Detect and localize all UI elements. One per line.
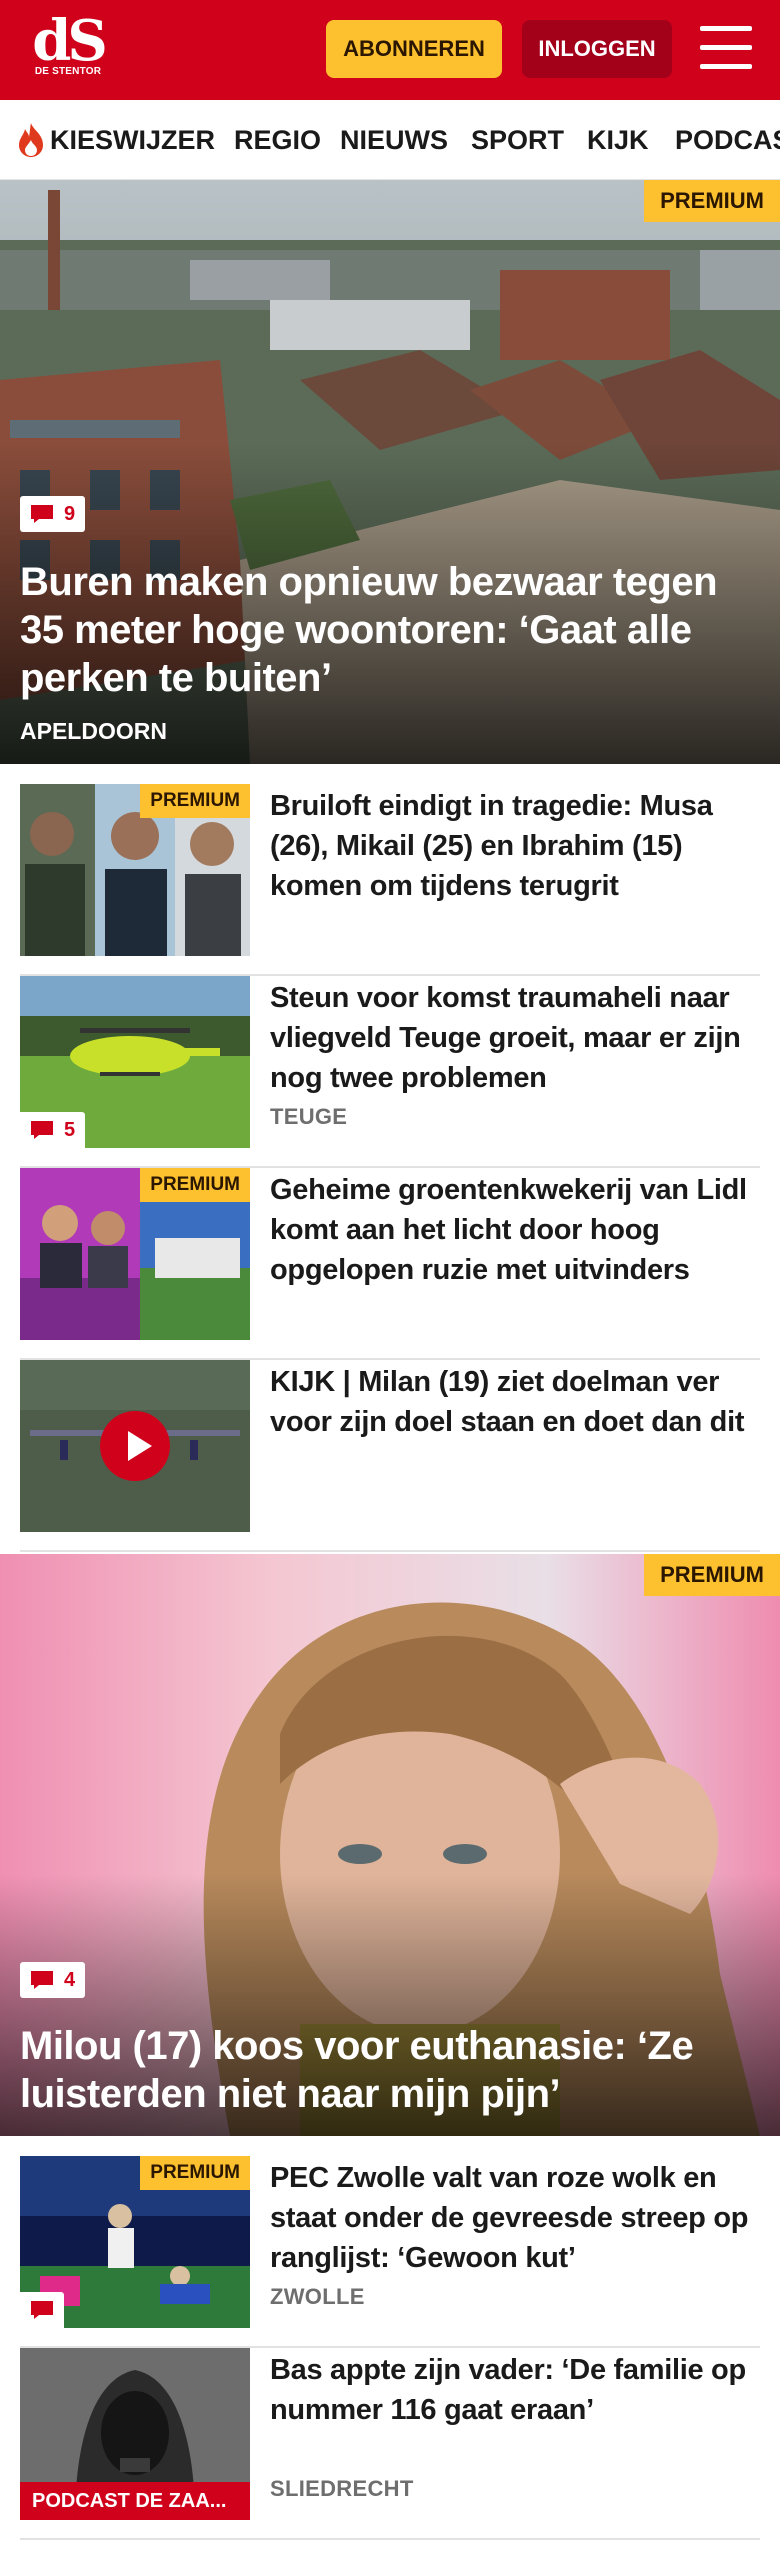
logo-mark: dS (32, 8, 108, 74)
comment-icon (31, 1971, 53, 1989)
premium-badge: PREMIUM (644, 180, 780, 222)
article-thumbnail: PREMIUM (20, 784, 250, 956)
comment-count-value: 9 (64, 502, 76, 525)
nav-item-podcasts[interactable]: PODCASTS (675, 100, 780, 179)
list-item[interactable]: PREMIUM Geheime groentenkwekerij van Lid… (20, 1168, 760, 1360)
article-thumbnail: PREMIUM (20, 2156, 250, 2328)
comment-count-value: 5 (64, 1118, 76, 1141)
list-item[interactable]: PREMIUM Bruiloft eindigt in tragedie: Mu… (20, 784, 760, 976)
article-location-label: TEUGE (270, 1104, 348, 1129)
article-thumbnail: PODCAST DE ZAA... (20, 2348, 250, 2520)
hamburger-menu-icon[interactable] (700, 24, 752, 72)
hero-headline[interactable]: Milou (17) koos voor euthanasie: ‘Ze lui… (20, 2022, 760, 2118)
nav-item-kijk[interactable]: KIJK (587, 100, 649, 179)
article-thumbnail (20, 1360, 250, 1532)
article-headline[interactable]: PEC Zwolle valt van roze wolk en staat o… (270, 2158, 760, 2278)
login-button[interactable]: INLOGGEN (522, 20, 672, 78)
premium-badge: PREMIUM (644, 1554, 780, 1596)
article-location-label: APELDOORN (20, 718, 167, 744)
article-headline[interactable]: KIJK | Milan (19) ziet doelman ver voor … (270, 1362, 760, 1442)
hero-article[interactable]: PREMIUM 4 Milou (17) koos voor euthanasi… (0, 1554, 780, 2136)
premium-badge: PREMIUM (140, 1168, 250, 1202)
play-icon[interactable] (100, 1411, 170, 1481)
article-headline[interactable]: Steun voor komst traumaheli naar vliegve… (270, 978, 760, 1098)
comment-count[interactable]: 4 (20, 1962, 86, 1998)
podcast-label: PODCAST DE ZAA... (20, 2482, 250, 2520)
comment-count[interactable] (20, 2292, 64, 2328)
site-header: dS DE STENTOR ABONNEREN INLOGGEN (0, 0, 780, 100)
article-thumbnail: 5 (20, 976, 250, 1148)
comment-count[interactable]: 9 (20, 496, 86, 532)
article-headline[interactable]: Bruiloft eindigt in tragedie: Musa (26),… (270, 786, 760, 906)
article-thumbnail: PREMIUM (20, 1168, 250, 1340)
list-item[interactable]: 5 Steun voor komst traumaheli naar vlieg… (20, 976, 760, 1168)
list-item[interactable]: PODCAST DE ZAA... Bas appte zijn vader: … (20, 2348, 760, 2540)
article-location-label: SLIEDRECHT (270, 2476, 414, 2501)
article-headline[interactable]: Bas appte zijn vader: ‘De familie op num… (270, 2350, 760, 2430)
nav-item-kieswijzer[interactable]: KIESWIJZER (50, 100, 215, 179)
site-logo[interactable]: dS DE STENTOR (30, 8, 108, 90)
premium-badge: PREMIUM (140, 2156, 250, 2190)
nav-item-regio[interactable]: REGIO (234, 100, 321, 179)
hero-article[interactable]: PREMIUM 9 Buren maken opnieuw bezwaar te… (0, 180, 780, 764)
article-location-label: ZWOLLE (270, 2284, 365, 2309)
comment-count-value: 4 (64, 1968, 76, 1991)
nav-item-sport[interactable]: SPORT (471, 100, 564, 179)
logo-subtitle: DE STENTOR (34, 66, 102, 77)
list-item[interactable]: PREMIUM PEC Zwolle valt van roze wolk en… (20, 2156, 760, 2348)
nav-item-nieuws[interactable]: NIEUWS (340, 100, 448, 179)
hero-headline[interactable]: Buren maken opnieuw bezwaar tegen 35 met… (20, 558, 760, 702)
comment-icon (31, 2301, 53, 2319)
subscribe-button[interactable]: ABONNEREN (326, 20, 502, 78)
premium-badge: PREMIUM (140, 784, 250, 818)
comment-count[interactable]: 5 (20, 1112, 86, 1148)
comment-icon (31, 505, 53, 523)
main-navigation: KIESWIJZER REGIO NIEUWS SPORT KIJK PODCA… (0, 100, 780, 180)
article-headline[interactable]: Geheime groentenkwekerij van Lidl komt a… (270, 1170, 760, 1290)
flame-icon (19, 123, 43, 157)
list-item[interactable]: KIJK | Milan (19) ziet doelman ver voor … (20, 1360, 760, 1552)
comment-icon (31, 1121, 53, 1139)
